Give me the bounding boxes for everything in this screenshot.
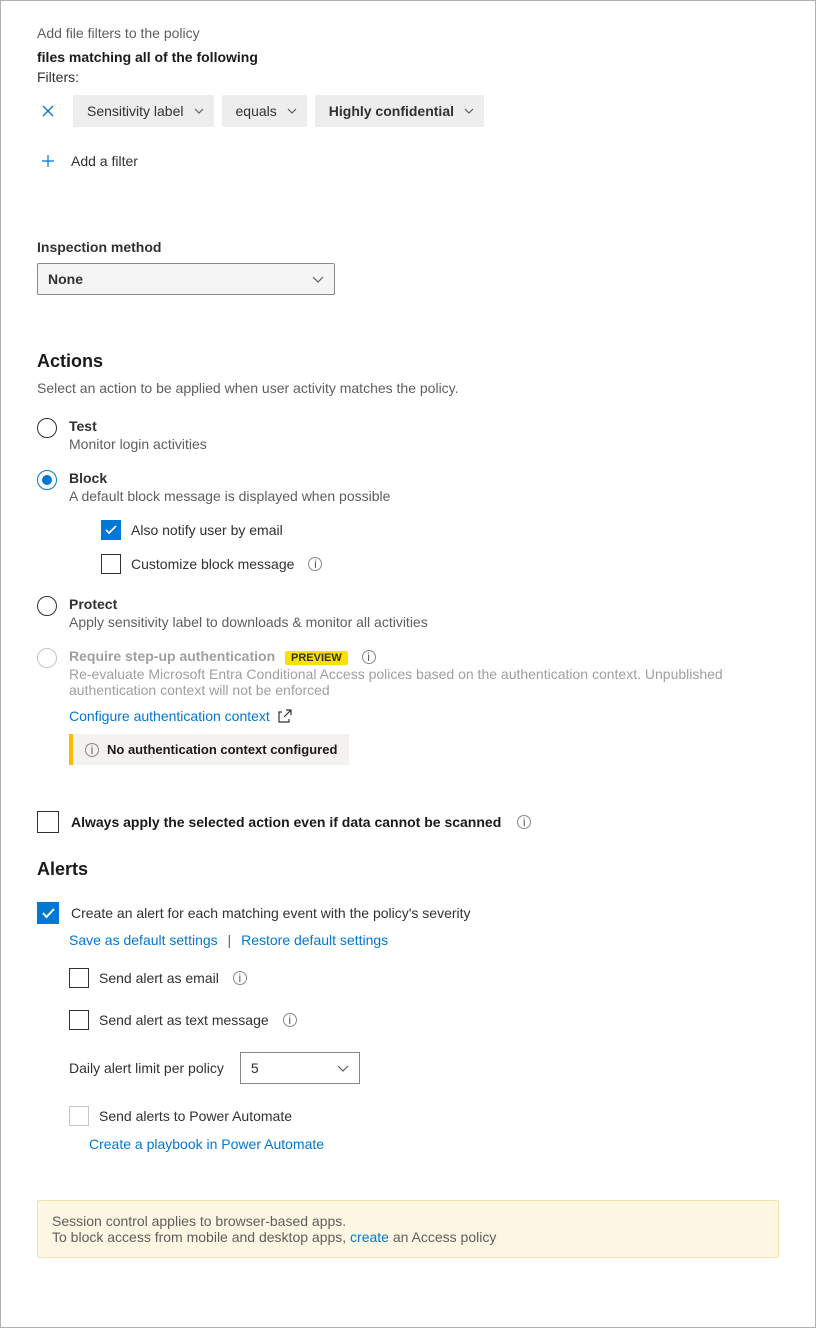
daily-limit-value: 5 <box>251 1060 259 1076</box>
filter-value-label: Highly confidential <box>329 103 454 119</box>
radio-test-desc: Monitor login activities <box>69 436 779 452</box>
chevron-down-icon <box>287 108 297 114</box>
chevron-down-icon <box>312 276 324 283</box>
create-alert-label: Create an alert for each matching event … <box>71 905 471 921</box>
footer-info-box: Session control applies to browser-based… <box>37 1200 779 1258</box>
policy-panel: Add file filters to the policy files mat… <box>0 0 816 1328</box>
chevron-down-icon <box>337 1065 349 1072</box>
filter-field-label: Sensitivity label <box>87 103 184 119</box>
power-automate-label: Send alerts to Power Automate <box>99 1108 292 1124</box>
configure-auth-context-link[interactable]: Configure authentication context <box>69 708 270 724</box>
chevron-down-icon <box>194 108 204 114</box>
footer-create-link[interactable]: create <box>350 1229 389 1245</box>
checkbox-power-automate <box>69 1106 89 1126</box>
radio-stepup-desc: Re-evaluate Microsoft Entra Conditional … <box>69 666 769 698</box>
info-icon[interactable]: i <box>517 815 531 829</box>
radio-protect-label: Protect <box>69 596 779 612</box>
info-icon[interactable]: i <box>308 557 322 571</box>
radio-stepup-label: Require step-up authentication <box>69 648 275 664</box>
external-link-icon <box>278 709 292 723</box>
alerts-heading: Alerts <box>37 859 779 880</box>
radio-protect[interactable] <box>37 596 57 616</box>
filter-operator-dropdown[interactable]: equals <box>222 95 307 127</box>
checkbox-create-alert[interactable] <box>37 902 59 924</box>
checkbox-notify-email[interactable] <box>101 520 121 540</box>
radio-block[interactable] <box>37 470 57 490</box>
chevron-down-icon <box>464 108 474 114</box>
add-filter-label: Add a filter <box>71 153 138 169</box>
auth-context-warning-text: No authentication context configured <box>107 742 337 757</box>
info-icon[interactable]: i <box>362 650 376 664</box>
panel-subtitle: Add file filters to the policy <box>37 25 779 41</box>
filters-label: Filters: <box>37 69 779 85</box>
check-icon <box>105 525 117 535</box>
preview-badge: PREVIEW <box>285 651 348 665</box>
actions-description: Select an action to be applied when user… <box>37 380 779 396</box>
close-icon <box>42 105 54 117</box>
auth-context-warning: i No authentication context configured <box>69 734 349 765</box>
filter-operator-label: equals <box>236 103 277 119</box>
daily-limit-dropdown[interactable]: 5 <box>240 1052 360 1084</box>
radio-block-label: Block <box>69 470 779 486</box>
checkbox-alert-email[interactable] <box>69 968 89 988</box>
footer-line1: Session control applies to browser-based… <box>52 1213 764 1229</box>
notify-email-label: Also notify user by email <box>131 522 283 538</box>
create-playbook-link[interactable]: Create a playbook in Power Automate <box>89 1136 324 1152</box>
matching-header: files matching all of the following <box>37 49 779 65</box>
info-icon[interactable]: i <box>283 1013 297 1027</box>
alert-sms-label: Send alert as text message <box>99 1012 269 1028</box>
actions-heading: Actions <box>37 351 779 372</box>
checkbox-customize-message[interactable] <box>101 554 121 574</box>
radio-protect-desc: Apply sensitivity label to downloads & m… <box>69 614 779 630</box>
filter-value-dropdown[interactable]: Highly confidential <box>315 95 484 127</box>
filter-field-dropdown[interactable]: Sensitivity label <box>73 95 214 127</box>
info-icon[interactable]: i <box>233 971 247 985</box>
radio-test-label: Test <box>69 418 779 434</box>
restore-default-link[interactable]: Restore default settings <box>241 932 388 948</box>
footer-line2a: To block access from mobile and desktop … <box>52 1229 350 1245</box>
remove-filter-button[interactable] <box>37 100 59 122</box>
footer-line2b: an Access policy <box>389 1229 496 1245</box>
radio-stepup <box>37 648 57 668</box>
separator: | <box>228 932 232 948</box>
customize-message-label: Customize block message <box>131 556 294 572</box>
filter-row: Sensitivity label equals Highly confiden… <box>37 95 779 127</box>
inspection-method-label: Inspection method <box>37 239 779 255</box>
radio-block-desc: A default block message is displayed whe… <box>69 488 779 504</box>
inspection-method-dropdown[interactable]: None <box>37 263 335 295</box>
inspection-method-value: None <box>48 271 83 287</box>
actions-radio-group: Test Monitor login activities Block A de… <box>37 418 779 765</box>
checkbox-alert-sms[interactable] <box>69 1010 89 1030</box>
daily-limit-label: Daily alert limit per policy <box>69 1060 224 1076</box>
radio-test[interactable] <box>37 418 57 438</box>
checkbox-always-apply[interactable] <box>37 811 59 833</box>
alert-email-label: Send alert as email <box>99 970 219 986</box>
info-icon: i <box>85 743 99 757</box>
check-icon <box>42 908 55 919</box>
add-filter-button[interactable]: Add a filter <box>37 153 779 169</box>
plus-icon <box>37 154 59 168</box>
save-default-link[interactable]: Save as default settings <box>69 932 218 948</box>
always-apply-label: Always apply the selected action even if… <box>71 814 501 830</box>
